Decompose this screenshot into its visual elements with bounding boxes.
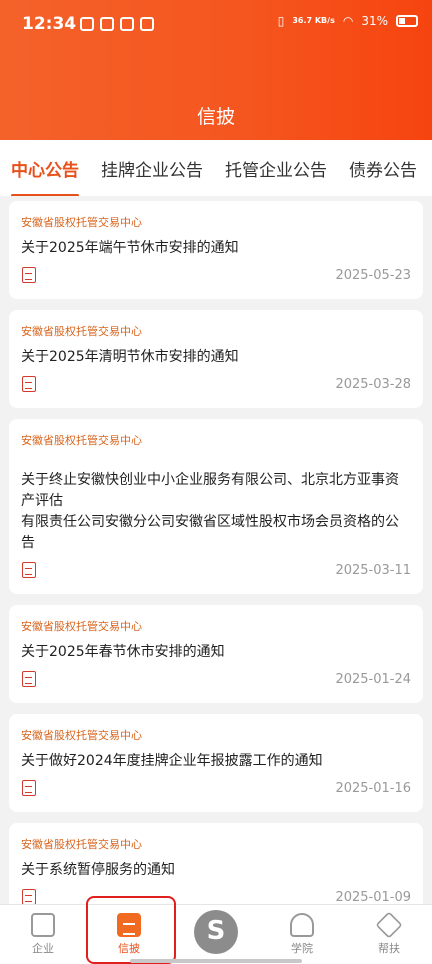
nav-label: 学院 (291, 942, 313, 955)
wifi-icon: ◠ (342, 14, 354, 28)
pdf-icon[interactable] (22, 889, 36, 905)
nav-item-enterprise[interactable]: 企业 (8, 913, 78, 956)
notification-icons (80, 17, 154, 31)
announcement-date: 2025-03-28 (335, 377, 411, 392)
highlight-annotation (86, 896, 176, 964)
tab-custody-company-announcements[interactable]: 托管企业公告 (214, 156, 338, 181)
announcement-title: 关于2025年春节休市安排的通知 (21, 644, 225, 660)
announcement-source: 安徽省股权托管交易中心 (21, 729, 142, 742)
list-item[interactable]: 安徽省股权托管交易中心 关于2025年春节休市安排的通知 2025-01-24 (9, 605, 423, 703)
announcement-date: 2025-01-09 (335, 890, 411, 905)
status-right: ▯ 36.7 KB/s ◠ 31% (278, 14, 418, 28)
nav-item-academy[interactable]: 学院 (267, 913, 337, 956)
battery-icon (396, 15, 418, 27)
announcement-list: 安徽省股权托管交易中心 关于2025年端午节休市安排的通知 2025-05-23… (9, 201, 423, 932)
notification-icon (120, 17, 134, 31)
announcement-title: 关于2025年端午节休市安排的通知 (21, 240, 239, 256)
category-tabs: 中心公告 挂牌企业公告 托管企业公告 债券公告 (0, 140, 432, 196)
announcement-title: 关于2025年清明节休市安排的通知 (21, 349, 239, 365)
nav-item-support[interactable]: 帮扶 (354, 911, 424, 956)
net-speed: 36.7 KB/s (292, 16, 335, 25)
battery-percent: 31% (361, 14, 388, 28)
notification-icon (80, 17, 94, 31)
notification-icon (100, 17, 114, 31)
announcement-title: 关于终止安徽快创业中小企业服务有限公司、北京北方亚事资产评估 有限责任公司安徽分… (21, 472, 399, 551)
announcement-source: 安徽省股权托管交易中心 (21, 838, 142, 851)
vibrate-icon: ▯ (277, 14, 285, 28)
notification-icon (140, 17, 154, 31)
status-bar: 12:34 ▯ 36.7 KB/s ◠ 31% (0, 0, 432, 44)
announcement-title: 关于做好2024年度挂牌企业年报披露工作的通知 (21, 753, 323, 769)
tab-bond-announcements[interactable]: 债券公告 (338, 156, 428, 181)
announcement-date: 2025-01-16 (335, 781, 411, 796)
list-item[interactable]: 安徽省股权托管交易中心 关于做好2024年度挂牌企业年报披露工作的通知 2025… (9, 714, 423, 812)
pdf-icon[interactable] (22, 562, 36, 578)
announcement-title: 关于系统暂停服务的通知 (21, 862, 175, 878)
list-item[interactable]: 安徽省股权托管交易中心 关于2025年端午节休市安排的通知 2025-05-23 (9, 201, 423, 299)
list-item[interactable]: 安徽省股权托管交易中心 关于终止安徽快创业中小企业服务有限公司、北京北方亚事资产… (9, 419, 423, 594)
pdf-icon[interactable] (22, 267, 36, 283)
announcement-date: 2025-03-11 (335, 563, 411, 578)
announcement-date: 2025-01-24 (335, 672, 411, 687)
handshake-icon (375, 911, 403, 939)
pdf-icon[interactable] (22, 780, 36, 796)
announcement-source: 安徽省股权托管交易中心 (21, 216, 142, 229)
home-indicator[interactable] (130, 959, 302, 963)
tab-center-announcements[interactable]: 中心公告 (0, 156, 90, 196)
status-time: 12:34 (22, 14, 77, 34)
pdf-icon[interactable] (22, 376, 36, 392)
pdf-icon[interactable] (22, 671, 36, 687)
app-header: 12:34 ▯ 36.7 KB/s ◠ 31% 信披 (0, 0, 432, 140)
page-title: 信披 (196, 106, 235, 128)
nav-label: 企业 (32, 942, 54, 955)
announcement-date: 2025-05-23 (335, 268, 411, 283)
list-item[interactable]: 安徽省股权托管交易中心 关于2025年清明节休市安排的通知 2025-03-28 (9, 310, 423, 408)
announcement-source: 安徽省股权托管交易中心 (21, 434, 142, 447)
announcement-source: 安徽省股权托管交易中心 (21, 325, 142, 338)
graduation-cap-icon (290, 913, 314, 937)
announcement-source: 安徽省股权托管交易中心 (21, 620, 142, 633)
center-logo-icon[interactable] (194, 910, 238, 954)
nav-label: 帮扶 (378, 942, 400, 955)
tab-listed-company-announcements[interactable]: 挂牌企业公告 (90, 156, 214, 181)
building-icon (31, 913, 55, 937)
